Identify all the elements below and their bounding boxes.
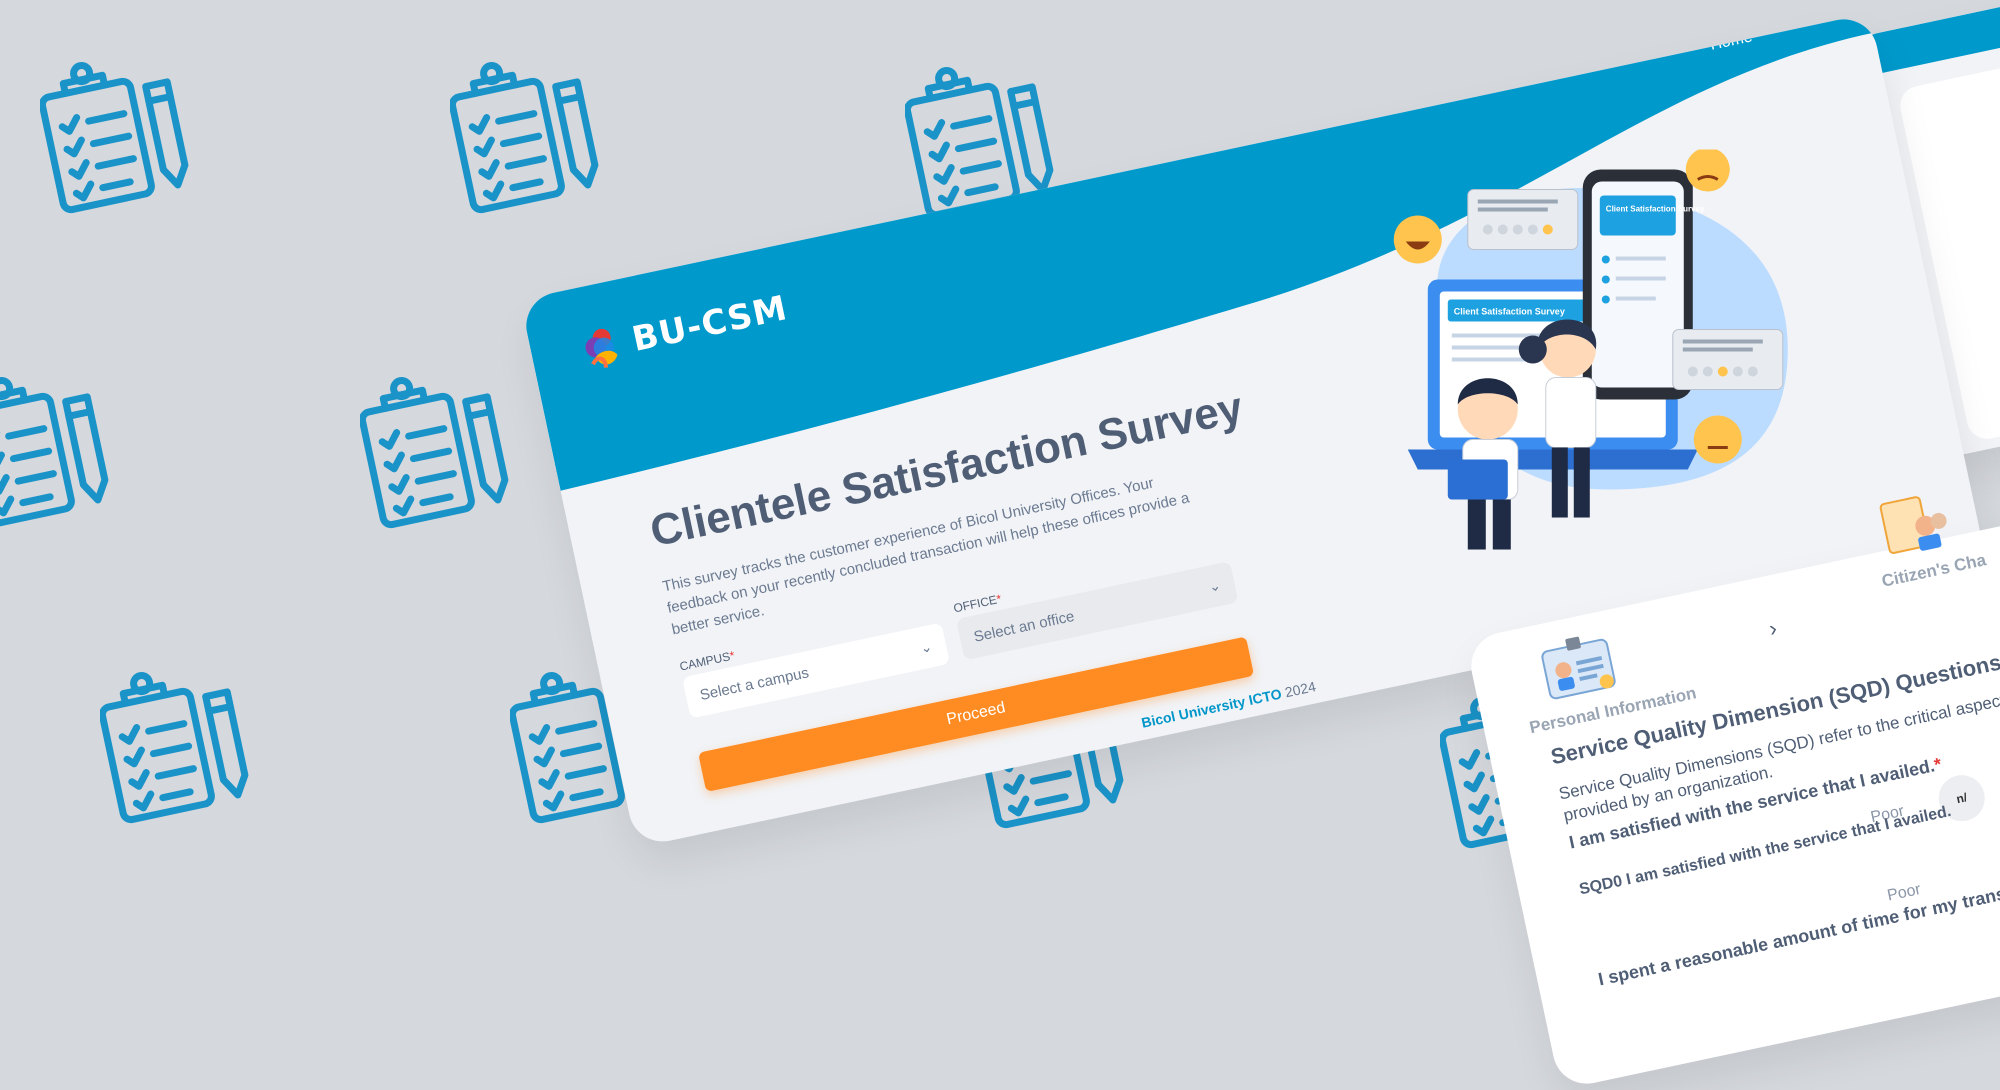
chevron-down-icon: ⌄ [919, 638, 934, 657]
campus-select-placeholder: Select a campus [698, 664, 810, 704]
angry-emoji-icon [1686, 150, 1730, 192]
sqd1-question: I spent a reasonable amount of time for … [1596, 875, 2000, 991]
survey-illustration: Client Satisfaction Survey Client Satisf… [1368, 150, 1808, 590]
id-card-icon [1538, 630, 1619, 703]
speech-bubble [1673, 330, 1783, 390]
office-select-placeholder: Select an office [972, 607, 1076, 645]
clipboard-icon [450, 55, 610, 215]
neutral-emoji-icon [1694, 416, 1742, 464]
laughing-emoji-icon [1394, 216, 1442, 264]
clipboard-icon [40, 55, 200, 215]
clipboard-icon [100, 665, 260, 825]
logo-icon [577, 320, 630, 374]
laptop-screen-title: Client Satisfaction Survey [1454, 307, 1565, 317]
office-select[interactable]: Select an office ⌄ [956, 561, 1239, 660]
clipboard-icon [0, 370, 120, 530]
chevron-right-icon: › [1767, 615, 1780, 642]
citizens-charter-icon [1875, 487, 1956, 560]
chevron-down-icon: ⌄ [1207, 576, 1222, 595]
speech-bubble [1468, 190, 1578, 250]
campus-select[interactable]: Select a campus ⌄ [682, 622, 950, 718]
footer-year: 2024 [1283, 678, 1317, 700]
phone-screen-title: Client Satisfaction Survey [1606, 205, 1705, 214]
clipboard-icon [360, 370, 520, 530]
